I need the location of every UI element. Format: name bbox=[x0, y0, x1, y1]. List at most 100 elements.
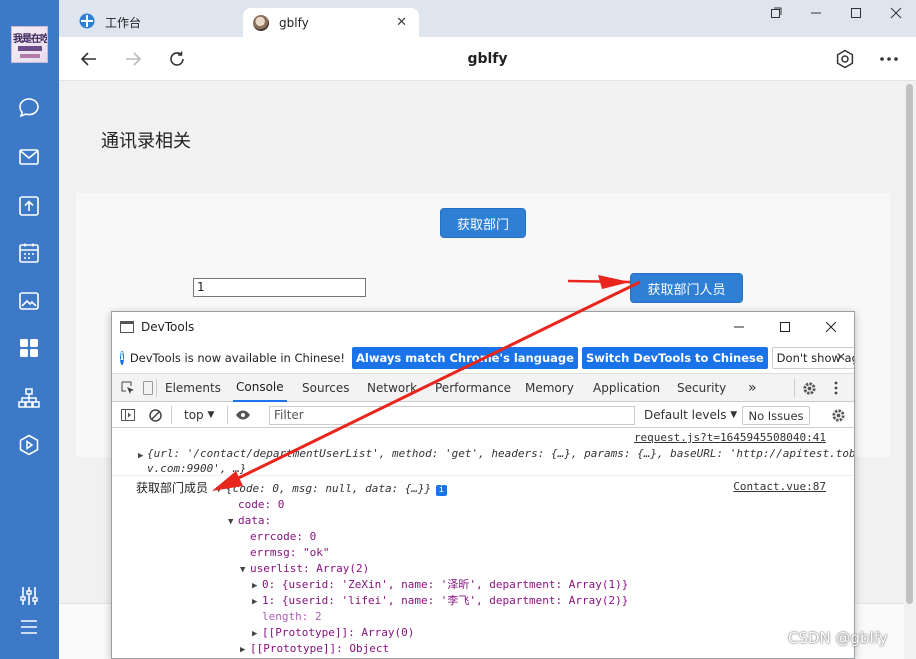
console-settings-icon[interactable] bbox=[831, 406, 846, 424]
prop-userlist: userlist: Array(2) bbox=[250, 562, 370, 575]
prop-errmsg: errmsg: "ok" bbox=[250, 546, 330, 559]
prop-prototype-object: [[Prototype]]: Object bbox=[250, 642, 390, 655]
close-tab-icon[interactable]: ✕ bbox=[396, 15, 407, 30]
play-icon[interactable] bbox=[17, 433, 41, 457]
collapse-arrow-icon[interactable]: ▼ bbox=[240, 563, 245, 578]
prop-length: length: 2 bbox=[262, 610, 322, 623]
devtools-window: DevTools i DevTools is now available in … bbox=[111, 311, 855, 659]
close-infobar-icon[interactable]: ✕ bbox=[836, 350, 846, 364]
scrollbar-thumb[interactable] bbox=[906, 84, 913, 604]
devtools-icon bbox=[120, 321, 134, 333]
calendar-icon[interactable] bbox=[17, 241, 41, 265]
eye-icon[interactable] bbox=[235, 406, 251, 424]
tab-gblfy[interactable]: gblfy ✕ bbox=[243, 8, 419, 37]
gear-icon[interactable] bbox=[802, 374, 817, 402]
language-infobar: i DevTools is now available in Chinese! … bbox=[112, 342, 854, 374]
info-message: DevTools is now available in Chinese! bbox=[129, 350, 346, 365]
tab-sources[interactable]: Sources bbox=[302, 374, 349, 402]
kebab-menu-icon[interactable] bbox=[834, 374, 838, 402]
tab-network[interactable]: Network bbox=[367, 374, 417, 402]
log-source-link[interactable]: Contact.vue:87 bbox=[733, 480, 826, 493]
expand-arrow-icon[interactable]: ▶ bbox=[252, 595, 257, 610]
prop-code: code: 0 bbox=[238, 498, 285, 511]
expand-arrow-icon[interactable]: ▶ bbox=[252, 627, 257, 642]
settings-icon[interactable] bbox=[834, 48, 856, 70]
upload-icon[interactable] bbox=[17, 194, 41, 218]
device-toolbar-icon[interactable] bbox=[143, 374, 153, 402]
prop-prototype-array: [[Prototype]]: Array(0) bbox=[262, 626, 415, 639]
tab-security[interactable]: Security bbox=[677, 374, 726, 402]
user-row-0: 0: {userid: 'ZeXin', name: '泽昕', departm… bbox=[262, 578, 629, 591]
workbench-icon bbox=[79, 13, 95, 32]
watermark: CSDN @gblfy bbox=[788, 629, 888, 647]
log-levels-dropdown[interactable]: Default levels ▼ bbox=[644, 406, 737, 424]
switch-to-chinese-button[interactable]: Switch DevTools to Chinese bbox=[581, 346, 768, 369]
apps-icon[interactable] bbox=[17, 336, 41, 360]
prop-errcode: errcode: 0 bbox=[250, 530, 317, 543]
devtools-title: DevTools bbox=[141, 320, 195, 334]
minimize-icon[interactable] bbox=[796, 0, 836, 26]
tab-application[interactable]: Application bbox=[593, 374, 660, 402]
app-logo[interactable]: 我是在吃 bbox=[11, 26, 48, 63]
org-chart-icon[interactable] bbox=[17, 386, 41, 410]
console-toolbar: top ▼ Filter Default levels ▼ No Issues bbox=[112, 402, 854, 428]
window-controls bbox=[756, 0, 916, 26]
tab-label: 工作台 bbox=[105, 16, 142, 30]
maximize-icon[interactable] bbox=[836, 0, 876, 26]
forward-icon[interactable] bbox=[122, 48, 144, 70]
context-label: top bbox=[184, 408, 204, 422]
console-filter-input[interactable]: Filter bbox=[269, 406, 635, 425]
tab-performance[interactable]: Performance bbox=[435, 374, 511, 402]
levels-label: Default levels bbox=[644, 408, 727, 422]
devtools-titlebar: DevTools bbox=[112, 312, 854, 342]
photo-icon[interactable] bbox=[17, 289, 41, 313]
department-id-input[interactable]: 1 bbox=[193, 278, 366, 297]
get-department-members-button[interactable]: 获取部门人员 bbox=[630, 273, 743, 303]
user-row-1: 1: {userid: 'lifei', name: '李飞', departm… bbox=[262, 594, 629, 607]
get-department-button[interactable]: 获取部门 bbox=[440, 208, 526, 238]
log-object-summary: {code: 0, msg: null, data: {…}} bbox=[226, 482, 432, 495]
log-request-line1: {url: '/contact/departmentUserList', met… bbox=[147, 447, 855, 460]
close-icon[interactable] bbox=[808, 312, 854, 342]
tab-console[interactable]: Console bbox=[233, 374, 287, 402]
always-match-language-button[interactable]: Always match Chrome's language bbox=[352, 346, 578, 369]
collapse-arrow-icon[interactable]: ▼ bbox=[228, 515, 233, 530]
menu-icon[interactable] bbox=[17, 615, 41, 639]
section-heading: 通讯录相关 bbox=[101, 131, 191, 152]
expand-arrow-icon[interactable]: ▶ bbox=[252, 579, 257, 594]
tab-workbench[interactable]: 工作台 bbox=[75, 8, 235, 37]
refresh-icon[interactable] bbox=[166, 48, 188, 70]
issues-button[interactable]: No Issues bbox=[742, 406, 810, 425]
avatar bbox=[253, 14, 269, 31]
tab-memory[interactable]: Memory bbox=[525, 374, 574, 402]
expand-arrow-icon[interactable]: ▶ bbox=[240, 643, 245, 658]
collapse-arrow-icon[interactable]: ▼ bbox=[216, 483, 221, 498]
chat-icon[interactable] bbox=[17, 96, 41, 120]
maximize-icon[interactable] bbox=[762, 312, 808, 342]
clear-console-icon[interactable] bbox=[149, 406, 162, 424]
context-selector[interactable]: top ▼ bbox=[184, 406, 214, 424]
close-icon[interactable] bbox=[876, 0, 916, 26]
tab-bar: 工作台 gblfy ✕ bbox=[59, 0, 916, 37]
inspect-icon[interactable] bbox=[121, 374, 135, 402]
tab-elements[interactable]: Elements bbox=[165, 374, 221, 402]
tab-label: gblfy bbox=[279, 15, 309, 30]
console-output: request.js?t=1645945508040:41 ▶ {url: '/… bbox=[112, 429, 855, 658]
minimize-icon[interactable] bbox=[716, 312, 762, 342]
expand-arrow-icon[interactable]: ▶ bbox=[138, 449, 143, 464]
pin-icon[interactable] bbox=[756, 0, 796, 26]
sidebar-toggle-icon[interactable] bbox=[121, 406, 135, 424]
prop-data: data: bbox=[238, 514, 272, 527]
nav-bar: gblfy bbox=[59, 37, 916, 81]
log-label: 获取部门成员 bbox=[136, 481, 209, 495]
settings-sliders-icon[interactable] bbox=[17, 584, 41, 608]
back-icon[interactable] bbox=[78, 48, 100, 70]
log-request-line2: v.com:9900', …} bbox=[147, 462, 247, 475]
mail-icon[interactable] bbox=[17, 145, 41, 169]
more-icon[interactable] bbox=[878, 48, 900, 70]
more-tabs-icon[interactable]: » bbox=[748, 374, 757, 402]
devtools-tabs: Elements Console Sources Network Perform… bbox=[112, 374, 854, 402]
info-icon: i bbox=[120, 350, 124, 365]
info-badge-icon: i bbox=[436, 481, 447, 496]
log-source-link[interactable]: request.js?t=1645945508040:41 bbox=[634, 431, 826, 444]
